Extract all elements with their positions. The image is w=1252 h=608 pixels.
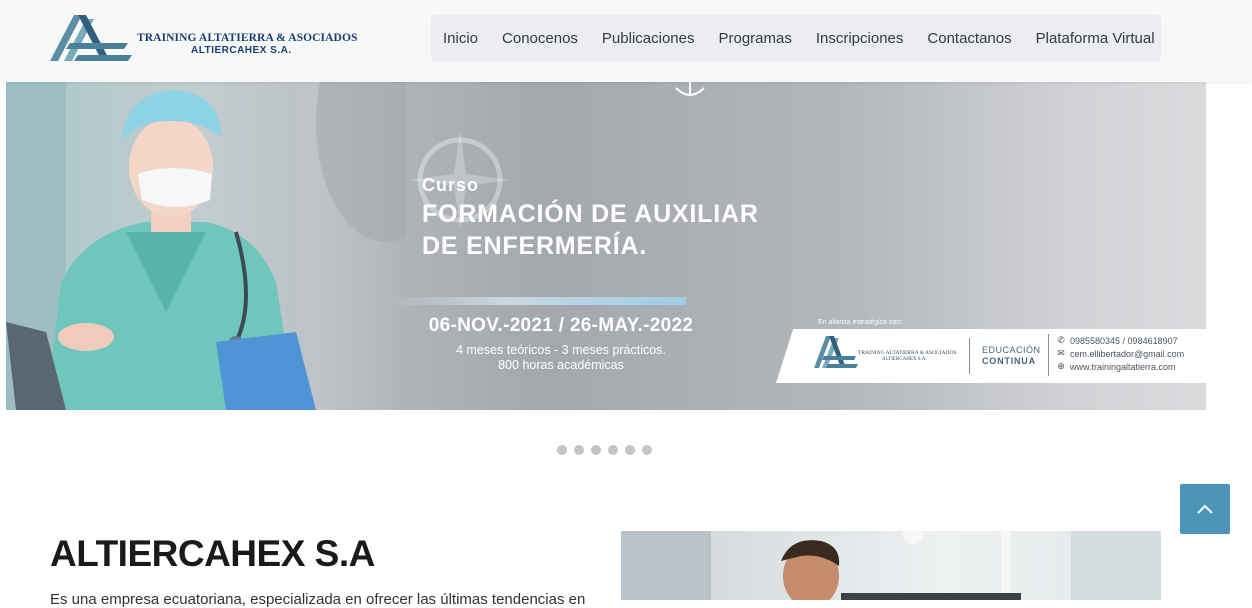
alliance-divider (969, 338, 970, 374)
nurse-photo (6, 82, 406, 410)
carousel-dot-5[interactable] (625, 445, 635, 455)
carousel-dot-1[interactable] (557, 445, 567, 455)
nav-item-contactanos[interactable]: Contactanos (915, 30, 1023, 47)
main-nav: Inicio Conocenos Publicaciones Programas… (431, 15, 1161, 61)
banner-dates: 06-NOV.-2021 / 26-MAY.-2022 (428, 315, 694, 336)
nav-item-inscripciones[interactable]: Inscripciones (804, 30, 916, 47)
banner-detail-line1: 4 meses teóricos - 3 meses prácticos. (456, 343, 666, 357)
contact-website-text: www.trainingaltatierra.com (1070, 361, 1176, 372)
education-line2: CONTINUA (982, 356, 1036, 366)
education-line1: EDUCACIÓN (982, 345, 1041, 355)
brand-company: ALTIERCAHEX S.A. (191, 45, 292, 56)
contact-divider (1048, 334, 1049, 376)
alliance-logo-company: ALTIERCAHEX S.A. (882, 357, 927, 362)
site-header: TRAINING ALTATIERRA & ASOCIADOS ALTIERCA… (0, 0, 1252, 82)
banner-detail-line2: 800 horas académicas (498, 358, 624, 372)
carousel-dot-3[interactable] (591, 445, 601, 455)
carousel-dots (557, 445, 652, 455)
banner-kicker: Curso (422, 175, 480, 195)
carousel-dot-6[interactable] (642, 445, 652, 455)
anchor-icon (675, 82, 705, 96)
contact-phone-text: 0985580345 / 0984618907 (1070, 335, 1178, 346)
banner-title-line1: FORMACIÓN DE AUXILIAR (422, 200, 759, 228)
brand-logo-mark-icon (50, 15, 132, 61)
carousel-dot-2[interactable] (574, 445, 584, 455)
chevron-up-icon (1197, 504, 1213, 514)
nav-item-conocenos[interactable]: Conocenos (490, 30, 590, 47)
nav-item-inicio[interactable]: Inicio (431, 30, 490, 47)
about-title: ALTIERCAHEX S.A (50, 533, 375, 574)
whatsapp-icon: ✆ (1057, 335, 1065, 345)
nav-item-publicaciones[interactable]: Publicaciones (590, 30, 707, 47)
contact-website: ⊕ www.trainingaltatierra.com (1056, 361, 1176, 372)
alliance-label: En alianza estratégica con: (818, 319, 903, 326)
office-photo (621, 531, 1161, 600)
banner-accent-bar (386, 297, 686, 305)
hero-slider[interactable]: Curso FORMACIÓN DE AUXILIAR DE ENFERMERÍ… (6, 82, 1206, 410)
brand-name: TRAINING ALTATIERRA & ASOCIADOS (137, 32, 358, 44)
nav-item-plataforma-virtual[interactable]: Plataforma Virtual (1024, 30, 1167, 47)
alliance-logo-name: TRAINING ALTATIERRA & ASOCIADOS (858, 350, 957, 356)
alliance-logo-icon (814, 336, 858, 368)
scroll-to-top-button[interactable] (1180, 484, 1230, 534)
contact-email: ✉ cem.ellibertador@gmail.com (1056, 348, 1184, 359)
nav-item-programas[interactable]: Programas (706, 30, 803, 47)
carousel-dot-4[interactable] (608, 445, 618, 455)
banner-title-line2: DE ENFERMERÍA. (422, 232, 648, 260)
contact-phone: ✆ 0985580345 / 0984618907 (1056, 335, 1178, 346)
brand-logo[interactable]: TRAINING ALTATIERRA & ASOCIADOS ALTIERCA… (50, 13, 360, 65)
contact-email-text: cem.ellibertador@gmail.com (1070, 348, 1185, 359)
about-image (621, 531, 1161, 600)
globe-icon: ⊕ (1057, 361, 1065, 371)
mail-icon: ✉ (1057, 348, 1065, 358)
